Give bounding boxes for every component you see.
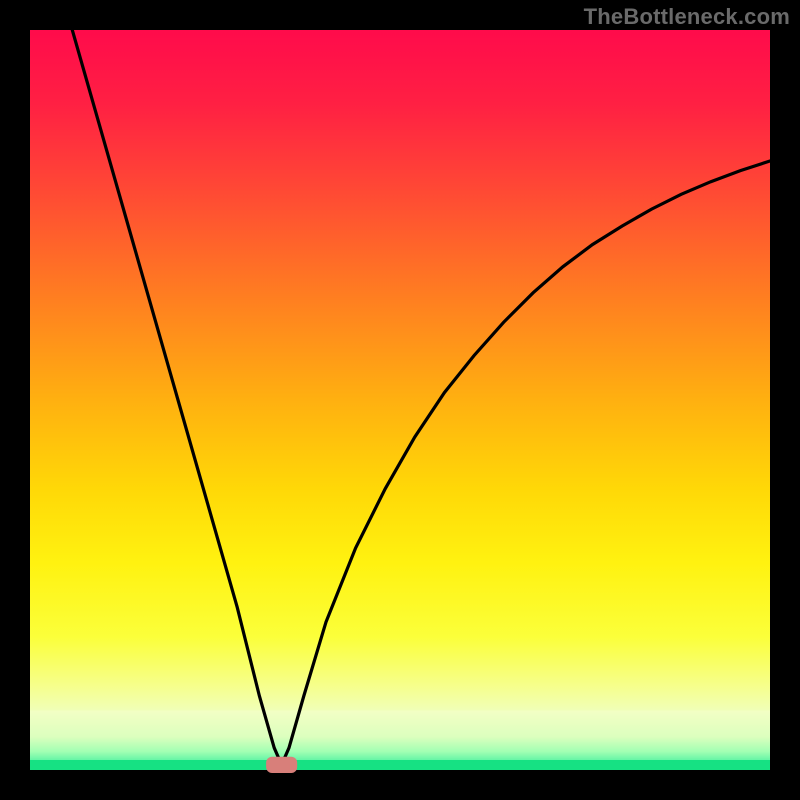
chart-container: TheBottleneck.com — [0, 0, 800, 800]
watermark-text: TheBottleneck.com — [584, 4, 790, 30]
green-edge — [30, 760, 770, 770]
chart-svg — [0, 0, 800, 800]
optimal-marker — [266, 757, 297, 773]
plot-area — [30, 30, 770, 770]
